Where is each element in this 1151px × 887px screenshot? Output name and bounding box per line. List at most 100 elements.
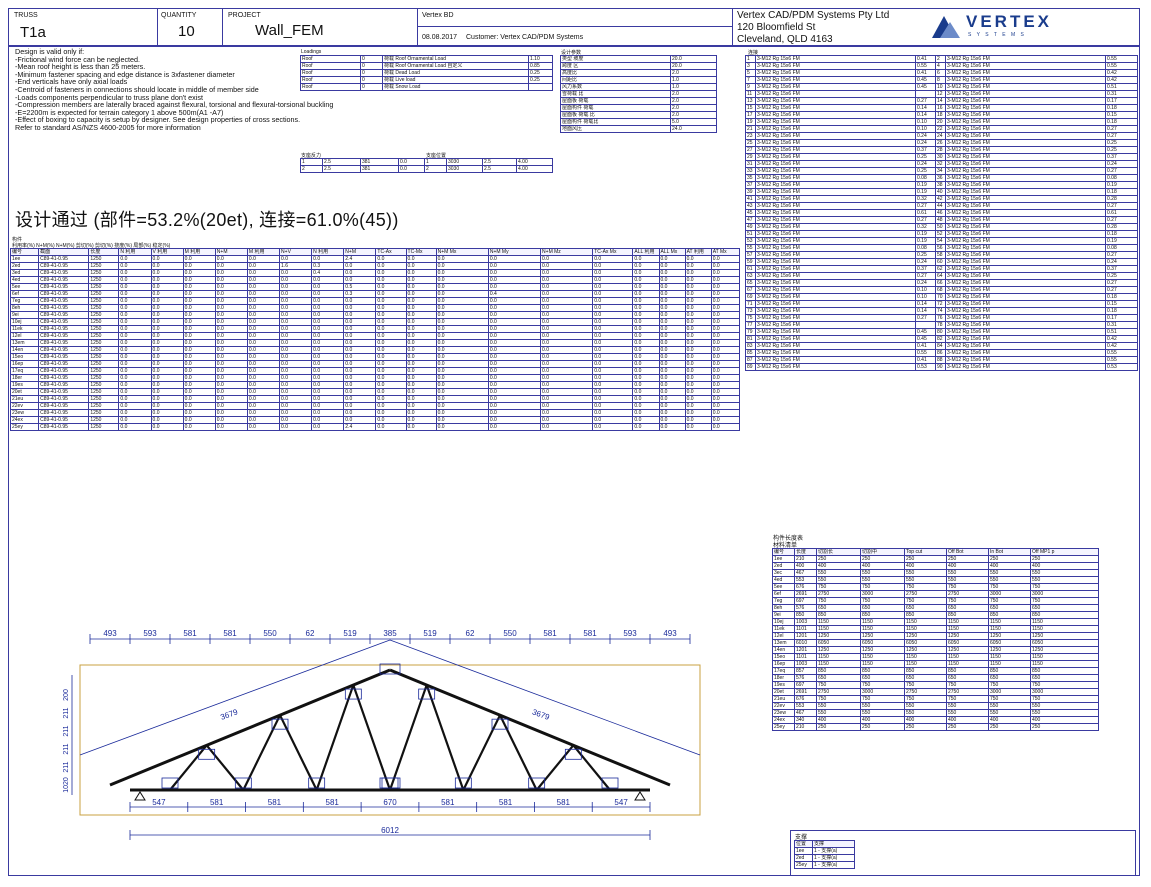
table-cell: 750 [988,583,1031,591]
table-cell: 63 [745,272,756,280]
table-cell: 0.0 [592,297,634,305]
table-cell: 3-M12 Rg 15x6 FM [755,293,916,301]
table-cell: 0.0 [405,255,437,263]
table-cell: 0.0 [311,395,345,403]
table-cell: 0.0 [710,339,741,347]
table-cell: 51 [745,230,756,238]
table-cell: 0.0 [311,388,345,396]
member-row: 6ef C89-41-0.95 1250 0.0 0.0 0.0 0.0 0.0 0.0 0.0 0… [9,290,741,298]
table-cell: 0.0 [592,311,634,319]
table-cell: 467 [794,709,817,717]
table-cell: 61 [745,265,756,273]
height-dimension-label: 211 [63,761,70,772]
table-cell: 0.0 [118,269,152,277]
table-cell: 0.0 [487,346,542,354]
table-cell: 0.0 [435,353,489,361]
table-cell: 0.37 [1105,265,1138,273]
table-cell: 0.0 [658,416,686,424]
table-cell: 400 [1030,716,1099,724]
table-cell: 3-M12 Rg 15x6 FM [755,90,916,98]
table-cell: 0.0 [592,325,634,333]
table-cell: 750 [988,597,1031,605]
member-row: 7eg C89-41-0.95 1250 0.0 0.0 0.0 0.0 0.0 0.0 0.0 0… [9,297,741,305]
table-cell: 0.0 [246,255,281,263]
table-cell: 65 [745,279,756,287]
table-cell: 0.0 [658,283,686,291]
table-cell: 3-M12 Rg 15x6 FM [945,139,1106,147]
table-cell: 0.45 [915,328,936,336]
table-cell: 1250 [88,276,120,284]
table-cell: 3-M12 Rg 15x6 FM [945,272,1106,280]
table-cell: 0.0 [182,332,216,340]
table-cell: 0.27 [1105,279,1138,287]
design-notes: Design is valid only if: -Frictional win… [15,48,333,132]
bottom-center-marker [379,777,401,789]
table-cell: 1150 [860,625,905,633]
table-cell: 0.0 [684,374,712,382]
table-cell: 3-M12 Rg 15x6 FM [945,181,1106,189]
table-cell: 381 [360,165,399,173]
top-dimension-label: 550 [503,629,517,638]
table-cell: 74 [935,307,946,315]
table-cell: 550 [1030,709,1099,717]
table-cell: 0.0 [632,360,660,368]
table-cell: 0.0 [118,318,152,326]
table-cell: 14 [935,97,946,105]
bottom-dimension-label: 581 [557,798,571,807]
table-cell: 0.51 [1105,328,1138,336]
table-cell: 0.18 [1105,104,1138,112]
table-cell: 0.0 [405,409,437,417]
table-cell: 0.0 [375,416,407,424]
table-cell: 3-M12 Rg 15x6 FM [755,223,916,231]
table-cell: 0.0 [150,388,184,396]
table-cell: 850 [946,667,989,675]
table-cell: 86 [935,349,946,357]
support-row: 1 2.5 381 0.0 1 3030 2.5 4.00 [300,158,553,166]
table-cell: 4.00 [516,165,553,173]
table-cell: 0.0 [684,360,712,368]
table-cell: 0.0 [150,269,184,277]
table-cell: 7 [745,76,756,84]
table-cell: 67 [745,286,756,294]
table-cell: 0.0 [592,416,634,424]
table-cell: C89-41-0.95 [38,276,90,284]
table-cell: 553 [794,576,817,584]
table-cell: 1101 [794,625,817,633]
table-cell: 0.0 [592,332,634,340]
table-cell: 0.0 [684,297,712,305]
table-cell: 0.0 [279,395,313,403]
table-cell: 0.0 [684,409,712,417]
table-cell: 0.0 [632,409,660,417]
table-cell: 0.4 [311,269,345,277]
table-cell: 0.0 [632,353,660,361]
table-cell: 3-M12 Rg 15x6 FM [755,195,916,203]
table-cell: C89-41-0.95 [38,374,90,382]
table-cell: 0.08 [915,244,936,252]
table-cell: 0.0 [375,290,407,298]
connection-row: 35 3-M12 Rg 15x6 FM 0.08 36 3-M12 Rg 15x6 FM… [745,174,1138,182]
table-cell: 850 [904,611,947,619]
table-cell: 0.0 [182,395,216,403]
table-cell: 1250 [1030,646,1099,654]
connection-row: 61 3-M12 Rg 15x6 FM 0.37 62 3-M12 Rg 15x6 FM… [745,265,1138,273]
column-header: 编号 [772,548,795,556]
table-cell: 400 [904,716,947,724]
table-cell: 0.0 [435,381,489,389]
table-cell: 850 [1030,667,1099,675]
table-cell: 3ed [9,269,40,277]
table-cell: 12el [9,332,40,340]
table-cell [528,83,553,91]
table-cell: 0.0 [684,332,712,340]
table-cell: 1250 [88,360,120,368]
support-row: 2 2.5 381 0.0 2 3030 2.5 4.00 [300,165,553,173]
bottom-dimension-label: 581 [499,798,513,807]
table-cell: 0.0 [710,374,741,382]
table-cell: 750 [904,695,947,703]
table-cell: 250 [946,555,989,563]
table-cell: 0.24 [915,258,936,266]
table-cell: 56 [935,244,946,252]
table-cell: C89-41-0.95 [38,290,90,298]
table-cell: 0.0 [118,367,152,375]
result-summary: 设计通过 (部件=53.2%(20et), 连接=61.0%(45)) [15,210,399,230]
table-cell: 0.0 [684,283,712,291]
